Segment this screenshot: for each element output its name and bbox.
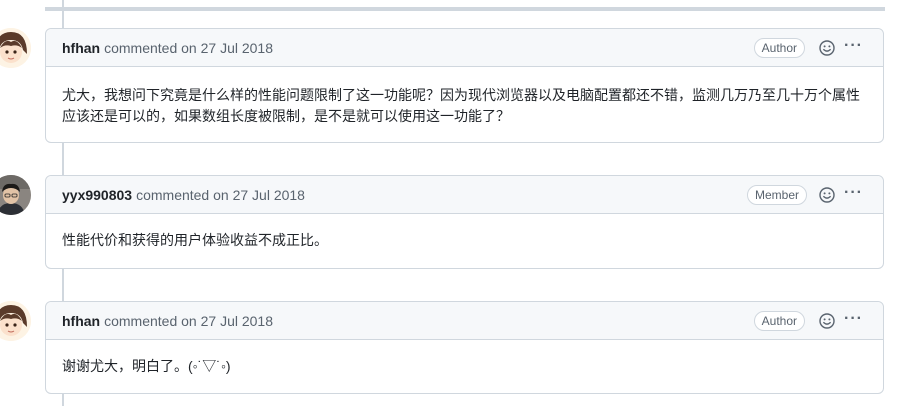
author-role-badge: Author [753,38,805,58]
add-reaction-button[interactable] [819,313,835,329]
comment-options-button[interactable]: ··· [844,184,863,202]
photo-avatar-icon [0,175,31,215]
comment-author-link[interactable]: hfhan [62,40,100,56]
comment-timestamp-link[interactable]: commented on 27 Jul 2018 [104,313,273,329]
anime-avatar-icon [0,28,31,68]
comment-meta: yyx990803 commented on 27 Jul 2018 [62,187,305,203]
comment-timestamp-link[interactable]: commented on 27 Jul 2018 [136,187,305,203]
comment-header: hfhan commented on 27 Jul 2018 Author ··· [46,29,883,67]
comment-author-link[interactable]: yyx990803 [62,187,132,203]
comment-header: yyx990803 commented on 27 Jul 2018 Member… [46,176,883,214]
avatar-hfhan[interactable] [0,301,31,341]
comment-options-button[interactable]: ··· [844,37,863,55]
avatar-yyx990803[interactable] [0,175,31,215]
author-role-badge: Author [753,311,805,331]
comment-body: 谢谢尤大，明白了。(◦˙▽˙◦) [62,358,231,374]
comment-body: 尤大，我想问下究竟是什么样的性能问题限制了这一功能呢？因为现代浏览器以及电脑配置… [62,87,860,124]
smiley-icon [819,40,835,56]
timeline-top-divider [45,7,885,11]
smiley-icon [819,187,835,203]
comment-meta: hfhan commented on 27 Jul 2018 [62,313,273,329]
anime-avatar-icon [0,301,31,341]
comment-header: hfhan commented on 27 Jul 2018 Author ··· [46,302,883,340]
comment-body: 性能代价和获得的用户体验收益不成正比。 [62,232,328,248]
member-role-badge: Member [746,185,807,205]
smiley-icon [819,313,835,329]
add-reaction-button[interactable] [819,187,835,203]
comment-box: yyx990803 commented on 27 Jul 2018 Member… [45,175,884,269]
comment-timestamp-link[interactable]: commented on 27 Jul 2018 [104,40,273,56]
add-reaction-button[interactable] [819,40,835,56]
comment-options-button[interactable]: ··· [844,310,863,328]
comment-meta: hfhan commented on 27 Jul 2018 [62,40,273,56]
avatar-hfhan[interactable] [0,28,31,68]
comment-author-link[interactable]: hfhan [62,313,100,329]
comment-box: hfhan commented on 27 Jul 2018 Author ···… [45,28,884,143]
comment-box: hfhan commented on 27 Jul 2018 Author ···… [45,301,884,394]
